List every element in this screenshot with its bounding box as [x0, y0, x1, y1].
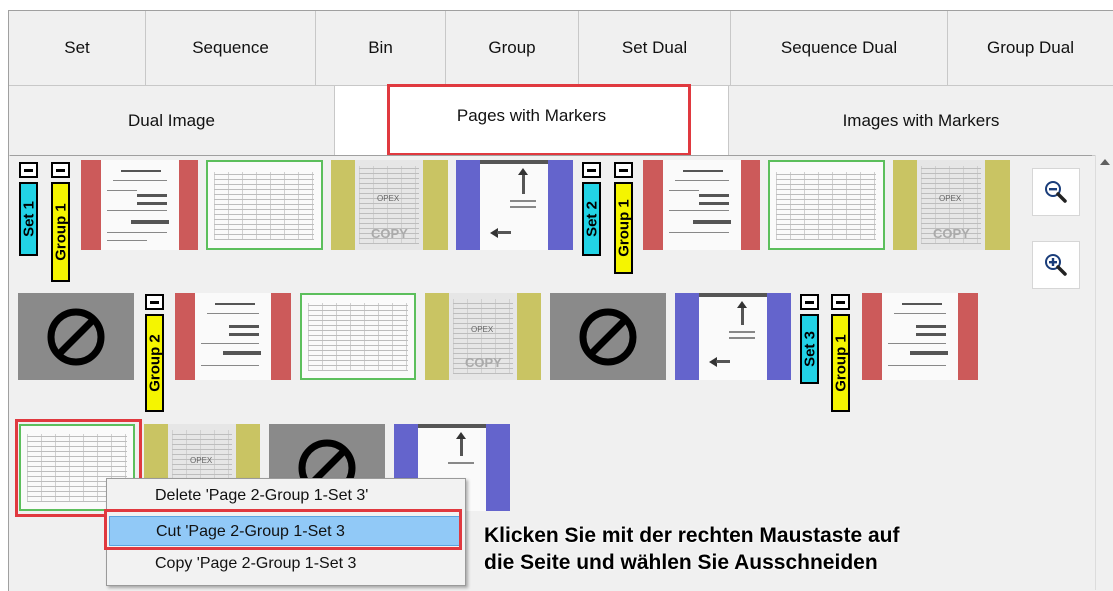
tab-label: Sequence Dual — [780, 38, 898, 57]
collapse-icon[interactable] — [145, 294, 164, 310]
instruction-text: Klicken Sie mit der rechten Maustaste au… — [484, 522, 899, 576]
group-band: Group 1 — [614, 182, 633, 274]
group-marker[interactable]: Group 1 — [51, 162, 70, 282]
no-image-icon — [579, 308, 637, 366]
set-marker[interactable]: Set 1 — [19, 162, 38, 256]
page-thumbnail[interactable] — [300, 293, 416, 380]
tab-label: Group — [488, 38, 536, 57]
tab-label: Dual Image — [128, 110, 215, 130]
instruction-line-1: Klicken Sie mit der rechten Maustaste au… — [484, 524, 900, 547]
copy-page: OPEX COPY — [917, 160, 985, 250]
tab-label: Set — [64, 38, 90, 57]
menu-item-copy[interactable]: Copy 'Page 2-Group 1-Set 3 — [109, 549, 461, 579]
set-label: Set 3 — [801, 331, 818, 367]
page-thumbnail[interactable] — [550, 293, 666, 380]
tab-label: Bin — [368, 38, 393, 57]
page-thumbnail[interactable] — [862, 293, 978, 380]
collapse-icon[interactable] — [614, 162, 633, 178]
tab-pages-with-markers[interactable]: Pages with Markers — [335, 86, 729, 158]
group-label: Group 1 — [52, 203, 69, 261]
set-marker[interactable]: Set 3 — [800, 294, 819, 384]
tab-sequence[interactable]: Sequence — [146, 11, 316, 86]
tab-images-with-markers[interactable]: Images with Markers — [729, 86, 1113, 156]
copy-watermark: COPY — [933, 226, 970, 241]
zoom-out-icon — [1045, 181, 1067, 203]
tab-sequence-dual[interactable]: Sequence Dual — [731, 11, 948, 86]
set-band: Set 2 — [582, 182, 601, 256]
tab-set-dual[interactable]: Set Dual — [579, 11, 731, 86]
set-band: Set 3 — [800, 314, 819, 384]
tab-label: Group Dual — [987, 38, 1074, 57]
envelope-page — [699, 293, 767, 380]
menu-item-delete[interactable]: Delete 'Page 2-Group 1-Set 3' — [109, 481, 461, 511]
collapse-icon[interactable] — [582, 162, 601, 178]
page-thumbnail[interactable] — [175, 293, 291, 380]
envelope-page — [480, 160, 548, 250]
opex-stamp: OPEX — [377, 194, 400, 203]
copy-watermark: COPY — [465, 355, 502, 370]
group-band: Group 1 — [831, 314, 850, 412]
page-thumbnail[interactable]: OPEX COPY — [425, 293, 541, 380]
vertical-scrollbar[interactable] — [1095, 155, 1113, 590]
collapse-icon[interactable] — [51, 162, 70, 178]
group-band: Group 2 — [145, 314, 164, 412]
tab-label: Set Dual — [621, 38, 688, 57]
page-thumbnail[interactable] — [81, 160, 198, 250]
opex-stamp: OPEX — [190, 456, 213, 465]
scroll-up-icon[interactable] — [1100, 159, 1110, 165]
copy-page: OPEX COPY — [449, 293, 517, 380]
group-marker[interactable]: Group 1 — [831, 294, 850, 412]
zoom-in-icon — [1045, 254, 1067, 276]
zoom-out-button[interactable] — [1032, 168, 1080, 216]
form-page — [208, 162, 321, 248]
group-label: Group 1 — [832, 334, 849, 392]
page-thumbnail[interactable] — [675, 293, 791, 380]
menu-item-label: Cut 'Page 2-Group 1-Set 3 — [156, 523, 345, 540]
tab-bin[interactable]: Bin — [316, 11, 446, 86]
tab-label: Pages with Markers — [456, 106, 607, 125]
group-band: Group 1 — [51, 182, 70, 282]
document-page — [195, 293, 271, 380]
set-marker[interactable]: Set 2 — [582, 162, 601, 256]
form-page — [770, 162, 883, 248]
no-image-icon — [47, 308, 105, 366]
set-label: Set 2 — [583, 201, 600, 237]
menu-item-cut[interactable]: Cut 'Page 2-Group 1-Set 3 — [109, 516, 461, 546]
menu-item-label: Copy 'Page 2-Group 1-Set 3 — [155, 555, 357, 572]
group-marker[interactable]: Group 1 — [614, 162, 633, 274]
zoom-in-button[interactable] — [1032, 241, 1080, 289]
set-label: Set 1 — [20, 201, 37, 237]
tab-dual-image[interactable]: Dual Image — [9, 86, 335, 156]
collapse-icon[interactable] — [800, 294, 819, 310]
collapse-icon[interactable] — [19, 162, 38, 178]
opex-stamp: OPEX — [939, 194, 962, 203]
page-thumbnail[interactable] — [456, 160, 573, 250]
collapse-icon[interactable] — [831, 294, 850, 310]
copy-page: OPEX COPY — [355, 160, 423, 250]
tab-label: Images with Markers — [842, 110, 1000, 130]
tab-label: Sequence — [192, 38, 269, 57]
set-band: Set 1 — [19, 182, 38, 256]
group-marker[interactable]: Group 2 — [145, 294, 164, 412]
copy-watermark: COPY — [371, 226, 408, 241]
page-thumbnail[interactable]: OPEX COPY — [893, 160, 1010, 250]
opex-stamp: OPEX — [471, 325, 494, 334]
page-thumbnail[interactable] — [18, 293, 134, 380]
document-page — [663, 160, 741, 250]
page-thumbnail[interactable] — [643, 160, 760, 250]
group-label: Group 1 — [615, 199, 632, 257]
instruction-line-2: die Seite und wählen Sie Ausschneiden — [484, 551, 878, 574]
tab-group[interactable]: Group — [446, 11, 579, 86]
page-thumbnail[interactable]: OPEX COPY — [331, 160, 448, 250]
tab-group-dual[interactable]: Group Dual — [948, 11, 1113, 86]
menu-item-label: Delete 'Page 2-Group 1-Set 3' — [155, 487, 369, 504]
page-thumbnail[interactable] — [768, 160, 885, 250]
document-page — [882, 293, 958, 380]
group-label: Group 2 — [146, 334, 163, 392]
tab-set[interactable]: Set — [9, 11, 146, 86]
document-page — [101, 160, 179, 250]
form-page — [302, 295, 414, 378]
context-menu: Delete 'Page 2-Group 1-Set 3' Cut 'Page … — [106, 478, 466, 586]
page-thumbnail[interactable] — [206, 160, 323, 250]
